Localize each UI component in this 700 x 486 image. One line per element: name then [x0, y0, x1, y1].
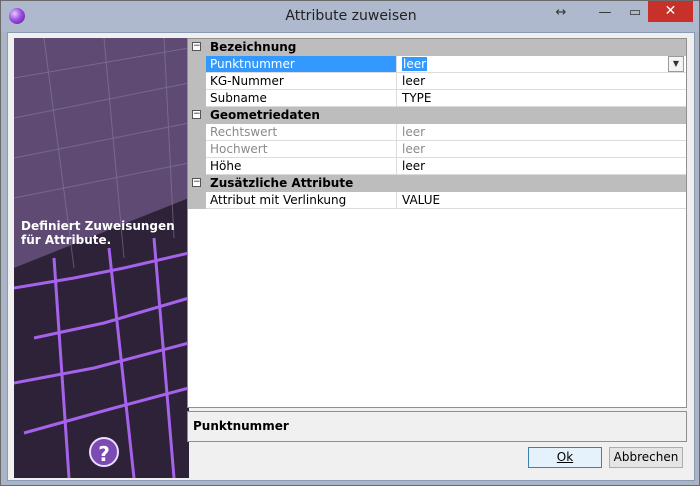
dialog-window: Attribute zuweisen ↔ — ▭ ✕ Definiert Zuw… [0, 0, 700, 486]
description-title: Punktnummer [193, 419, 289, 433]
minimize-button[interactable]: — [597, 3, 613, 23]
dialog-client-area: Definiert Zuweisungen für Attribute. ? −… [7, 32, 695, 481]
resize-icon[interactable]: ↔ [553, 3, 569, 23]
map-background-image [14, 38, 189, 478]
row-gutter [188, 141, 206, 158]
property-name[interactable]: Attribut mit Verlinkung [206, 192, 397, 208]
property-value: leer [402, 142, 426, 156]
category-label: Geometriedaten [210, 108, 320, 122]
collapse-icon[interactable]: − [192, 42, 201, 51]
property-row-hoehe[interactable]: Höhe leer [188, 158, 686, 175]
row-gutter [188, 73, 206, 90]
window-title: Attribute zuweisen [285, 8, 417, 24]
ok-button-label: Ok [556, 450, 574, 464]
property-row-subname[interactable]: Subname TYPE [188, 90, 686, 107]
help-button[interactable]: ? [89, 437, 119, 467]
row-gutter [188, 56, 206, 73]
ok-button[interactable]: Ok [528, 447, 602, 468]
property-row-punktnummer[interactable]: Punktnummer leer ▼ [188, 56, 686, 73]
cancel-button-label: Abbrechen [613, 450, 679, 464]
cancel-button[interactable]: Abbrechen [609, 447, 683, 468]
property-value[interactable]: VALUE [398, 192, 686, 208]
property-value: leer [402, 125, 426, 139]
category-label: Zusätzliche Attribute [210, 176, 354, 190]
property-name[interactable]: Rechtswert [206, 124, 397, 140]
property-name[interactable]: Punktnummer [206, 56, 397, 72]
maximize-button[interactable]: ▭ [627, 3, 643, 23]
category-label: Bezeichnung [210, 40, 297, 54]
row-gutter [188, 90, 206, 107]
row-gutter [188, 124, 206, 141]
property-value-editor[interactable]: leer ▼ [398, 56, 686, 72]
close-button[interactable]: ✕ [648, 1, 693, 22]
property-name[interactable]: Hochwert [206, 141, 397, 157]
side-banner: Definiert Zuweisungen für Attribute. ? [14, 38, 189, 478]
property-value[interactable]: leer [398, 73, 686, 89]
chevron-down-icon[interactable]: ▼ [668, 56, 684, 72]
collapse-icon[interactable]: − [192, 110, 201, 119]
property-grid[interactable]: − Bezeichnung Punktnummer leer ▼ KG-Numme… [187, 38, 687, 408]
property-row-rechtswert[interactable]: Rechtswert leer [188, 124, 686, 141]
side-description: Definiert Zuweisungen für Attribute. [21, 219, 175, 247]
row-gutter [188, 158, 206, 175]
property-name[interactable]: KG-Nummer [206, 73, 397, 89]
property-description-panel: Punktnummer [187, 411, 687, 442]
category-bezeichnung[interactable]: − Bezeichnung [188, 39, 686, 56]
property-value[interactable]: leer [398, 158, 686, 174]
property-name[interactable]: Subname [206, 90, 397, 106]
property-name[interactable]: Höhe [206, 158, 397, 174]
collapse-icon[interactable]: − [192, 178, 201, 187]
property-row-kg-nummer[interactable]: KG-Nummer leer [188, 73, 686, 90]
category-zusaetzliche-attribute[interactable]: − Zusätzliche Attribute [188, 175, 686, 192]
category-geometriedaten[interactable]: − Geometriedaten [188, 107, 686, 124]
property-value[interactable]: leer [402, 57, 428, 71]
property-row-attribut-mit-verlinkung[interactable]: Attribut mit Verlinkung VALUE [188, 192, 686, 209]
row-gutter [188, 192, 206, 209]
property-value[interactable]: TYPE [398, 90, 686, 106]
title-bar[interactable]: Attribute zuweisen ↔ — ▭ ✕ [1, 1, 699, 32]
property-row-hochwert[interactable]: Hochwert leer [188, 141, 686, 158]
